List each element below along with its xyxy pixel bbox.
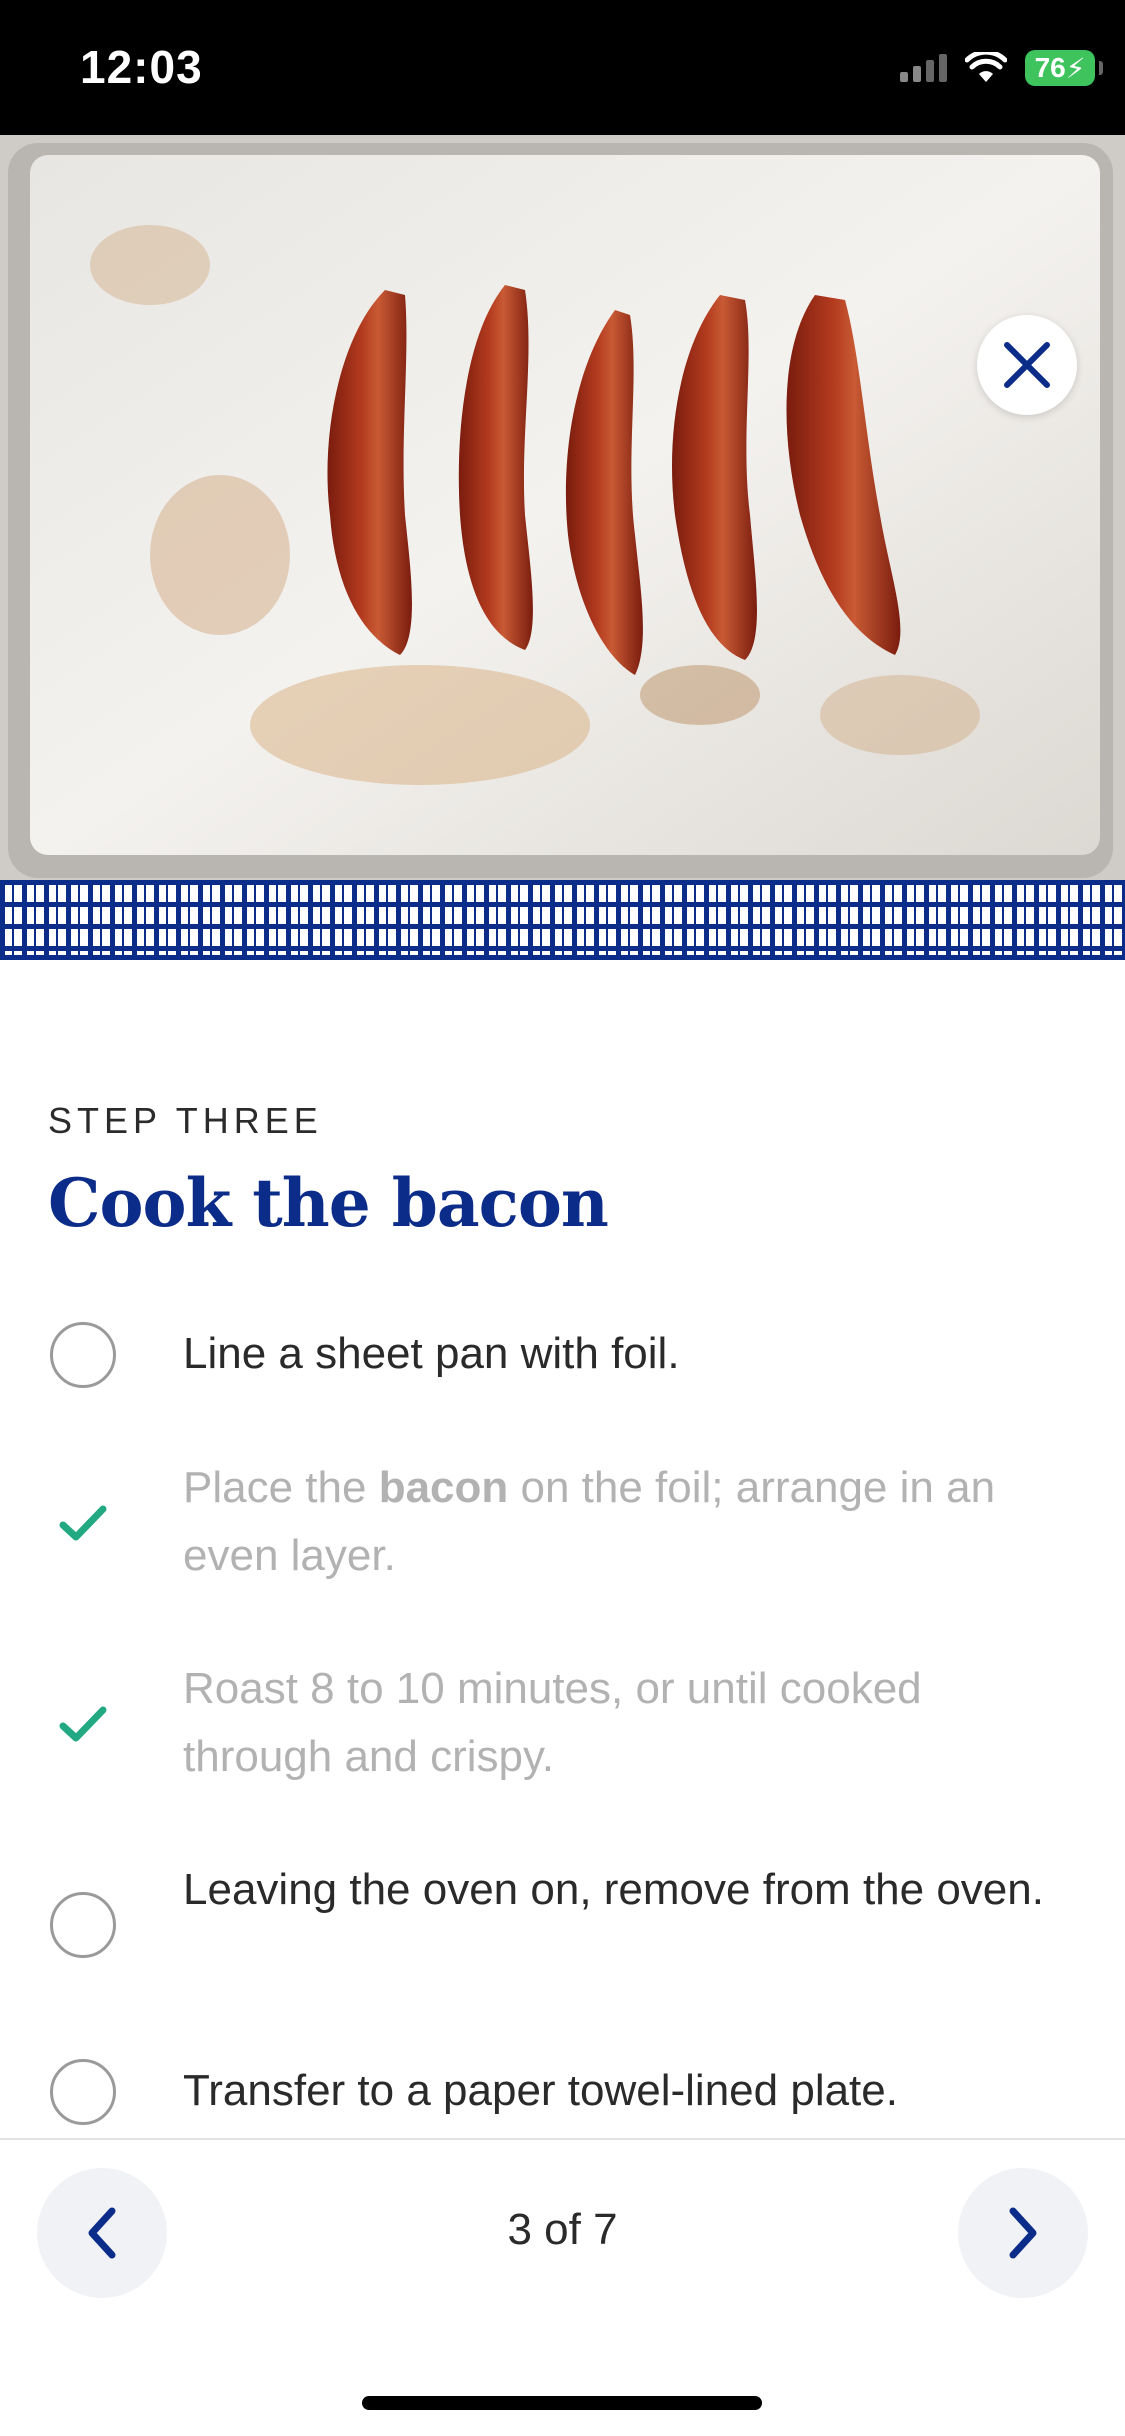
task-checkbox[interactable] <box>48 1689 118 1759</box>
home-indicator <box>362 2396 762 2410</box>
bottom-divider <box>0 2138 1125 2140</box>
bacon-photo <box>0 135 1125 880</box>
ingredient-highlight: bacon <box>378 1463 509 1512</box>
task-checkbox[interactable] <box>48 1320 118 1390</box>
task-checkbox[interactable] <box>48 1890 118 1960</box>
status-indicators: 76 ⚡ <box>900 50 1103 86</box>
step-title: Cook the bacon <box>48 1164 609 1242</box>
check-icon <box>59 1505 107 1541</box>
recipe-step-photo <box>0 135 1125 880</box>
task-text: Transfer to a paper towel-lined plate. <box>183 2057 1063 2125</box>
status-bar: 12:03 76 ⚡ <box>0 0 1125 135</box>
step-pager: 3 of 7 <box>507 2205 618 2254</box>
task-text-part: Place the <box>183 1463 379 1512</box>
step-heading: STEP THREE Cook the bacon <box>48 1100 1088 1242</box>
unchecked-circle-icon <box>50 1892 116 1958</box>
task-text-part: Leaving the oven on, remove from the ove… <box>183 1865 1044 1914</box>
task-checkbox[interactable] <box>48 2057 118 2127</box>
decorative-checkered-band <box>0 880 1125 960</box>
task-text-part: Line a sheet pan with foil. <box>183 1329 680 1378</box>
wifi-icon <box>965 52 1007 82</box>
task-text: Place the bacon on the foil; arrange in … <box>183 1454 1063 1590</box>
task-text: Roast 8 to 10 minutes, or until cooked t… <box>183 1655 1063 1791</box>
unchecked-circle-icon <box>50 2059 116 2125</box>
battery-level: 76 <box>1034 52 1066 83</box>
task-text: Leaving the oven on, remove from the ove… <box>183 1856 1063 1924</box>
next-step-button[interactable] <box>958 2168 1088 2298</box>
status-time: 12:03 <box>80 41 203 93</box>
task-text-part: Transfer to a paper towel-lined plate. <box>183 2066 898 2115</box>
battery-icon: 76 ⚡ <box>1025 50 1103 86</box>
chevron-right-icon <box>1009 2207 1037 2259</box>
unchecked-circle-icon <box>50 1322 116 1388</box>
cellular-signal-icon <box>900 54 947 82</box>
task-checkbox[interactable] <box>48 1488 118 1558</box>
check-icon <box>59 1706 107 1742</box>
task-text-part: Roast 8 to 10 minutes, or until cooked t… <box>183 1664 922 1781</box>
close-icon <box>1004 342 1050 388</box>
task-list: Line a sheet pan with foil. Place the ba… <box>0 1320 1125 2135</box>
task-text: Line a sheet pan with foil. <box>183 1320 1063 1388</box>
close-button[interactable] <box>977 315 1077 415</box>
step-number-label: STEP THREE <box>48 1100 323 1141</box>
